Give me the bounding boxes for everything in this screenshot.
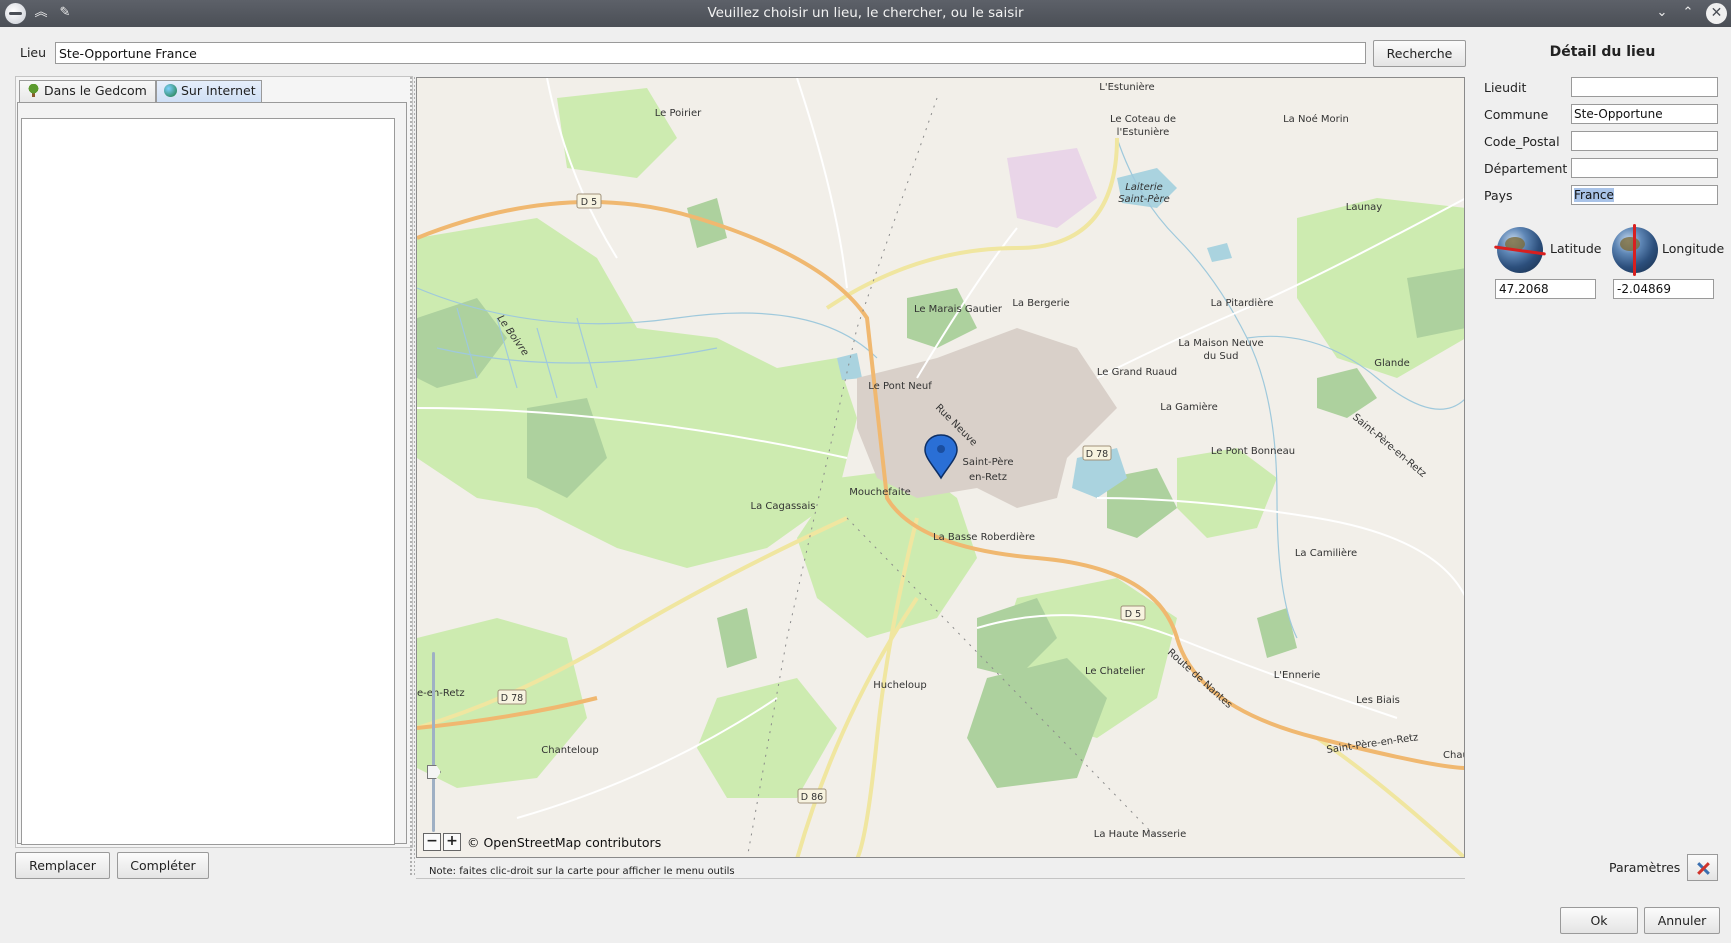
departement-label: Département	[1484, 161, 1568, 176]
road-shield: D 78	[501, 693, 523, 704]
map-label: Le Coteau de	[1110, 114, 1176, 125]
lieudit-input[interactable]	[1571, 77, 1718, 97]
title-bar: ︽ ✎ Veuillez choisir un lieu, le cherche…	[0, 0, 1731, 27]
results-panel: Dans le Gedcom Sur Internet	[15, 76, 413, 848]
map-label: Les Biais	[1356, 695, 1400, 706]
map-label: Hucheloup	[873, 680, 926, 691]
map-label: Le Poirier	[655, 108, 702, 119]
map-label: Laiterie	[1125, 182, 1163, 193]
map-label: Le Chatelier	[1085, 666, 1146, 677]
result-list[interactable]	[21, 118, 395, 845]
globe-icon	[164, 84, 177, 97]
longitude-globe-icon	[1612, 224, 1658, 276]
map-label: en-Retz	[969, 472, 1007, 483]
map-label: e-en-Retz	[417, 688, 465, 699]
commune-input[interactable]	[1571, 104, 1718, 124]
latitude-globe-icon	[1497, 227, 1543, 273]
road-shield: D 78	[1086, 449, 1108, 460]
map-label: Mouchefaite	[849, 487, 911, 498]
detail-title: Détail du lieu	[1549, 44, 1656, 60]
map-label: La Cagassais	[751, 501, 816, 512]
map-canvas[interactable]: L'Estunière Le Poirier Le Coteau de l'Es…	[417, 78, 1465, 858]
map-attribution: © OpenStreetMap contributors	[467, 835, 662, 850]
map-label: La Haute Masserie	[1094, 829, 1187, 840]
close-icon[interactable]: ✕	[1706, 3, 1727, 24]
zoom-thumb[interactable]	[427, 765, 441, 779]
code-postal-input[interactable]	[1571, 131, 1718, 151]
map-label: Launay	[1346, 202, 1383, 213]
latitude-input[interactable]	[1495, 279, 1596, 299]
chevron-down-icon[interactable]: ⌄	[1653, 4, 1671, 22]
lieu-input[interactable]	[55, 42, 1366, 64]
lieudit-label: Lieudit	[1484, 80, 1527, 95]
window-title: Veuillez choisir un lieu, le chercher, o…	[707, 5, 1024, 21]
replace-button[interactable]: Remplacer	[15, 852, 110, 879]
ok-button[interactable]: Ok	[1560, 907, 1638, 934]
map-label: Chanteloup	[541, 745, 598, 756]
map-view[interactable]: L'Estunière Le Poirier Le Coteau de l'Es…	[416, 77, 1465, 858]
map-label: L'Ennerie	[1274, 670, 1321, 681]
commune-label: Commune	[1484, 107, 1549, 122]
search-button[interactable]: Recherche	[1373, 40, 1466, 67]
splitter-handle[interactable]	[409, 76, 415, 876]
map-label: Chau	[1443, 750, 1465, 761]
tree-icon	[27, 84, 40, 97]
longitude-input[interactable]	[1613, 279, 1714, 299]
map-label: L'Estunière	[1099, 81, 1154, 93]
longitude-label: Longitude	[1662, 241, 1725, 256]
code-postal-label: Code_Postal	[1484, 134, 1560, 149]
map-label: Le Grand Ruaud	[1097, 367, 1177, 378]
tools-icon[interactable]	[1687, 854, 1718, 881]
map-label: La Gamière	[1160, 401, 1217, 413]
map-label: Saint-Père	[1118, 193, 1170, 205]
zoom-out-button[interactable]: −	[423, 833, 441, 851]
latitude-label: Latitude	[1550, 241, 1602, 256]
map-label: La Maison Neuve	[1178, 338, 1263, 349]
tab-gedcom[interactable]: Dans le Gedcom	[19, 80, 156, 102]
lieu-label: Lieu	[20, 45, 47, 60]
pays-value: France	[1574, 188, 1614, 202]
map-note: Note: faites clic-droit sur la carte pou…	[429, 866, 735, 877]
map-label: La Camilière	[1295, 547, 1357, 559]
road-shield: D 5	[1125, 609, 1141, 620]
tab-internet-label: Sur Internet	[181, 83, 256, 98]
map-label: La Pitardière	[1211, 297, 1274, 309]
map-label: La Noé Morin	[1283, 113, 1349, 125]
zoom-slider[interactable]	[427, 652, 441, 832]
map-label: La Bergerie	[1012, 298, 1069, 309]
road-shield: D 5	[581, 197, 597, 208]
zoom-track	[432, 652, 435, 832]
departement-input[interactable]	[1571, 158, 1718, 178]
complete-button[interactable]: Compléter	[117, 852, 209, 879]
tab-internet[interactable]: Sur Internet	[156, 80, 262, 102]
map-label: l'Estunière	[1117, 126, 1170, 138]
road-shield: D 86	[801, 792, 823, 803]
params-label: Paramètres	[1609, 860, 1681, 875]
map-label: Glande	[1374, 358, 1410, 369]
tab-content	[17, 102, 407, 845]
map-label: Le Marais Gautier	[914, 304, 1003, 315]
map-label: La Basse Roberdière	[933, 531, 1035, 543]
tab-gedcom-label: Dans le Gedcom	[44, 83, 147, 98]
pays-label: Pays	[1484, 188, 1513, 203]
cancel-button[interactable]: Annuler	[1644, 907, 1720, 934]
map-label: Saint-Père	[963, 456, 1014, 468]
map-label: Le Pont Neuf	[868, 381, 932, 392]
chevron-up-icon[interactable]: ⌃	[1679, 4, 1697, 22]
map-label: du Sud	[1204, 351, 1239, 362]
zoom-in-button[interactable]: +	[443, 833, 461, 851]
map-label: Le Pont Bonneau	[1211, 446, 1295, 457]
pays-input[interactable]: France	[1571, 185, 1718, 205]
